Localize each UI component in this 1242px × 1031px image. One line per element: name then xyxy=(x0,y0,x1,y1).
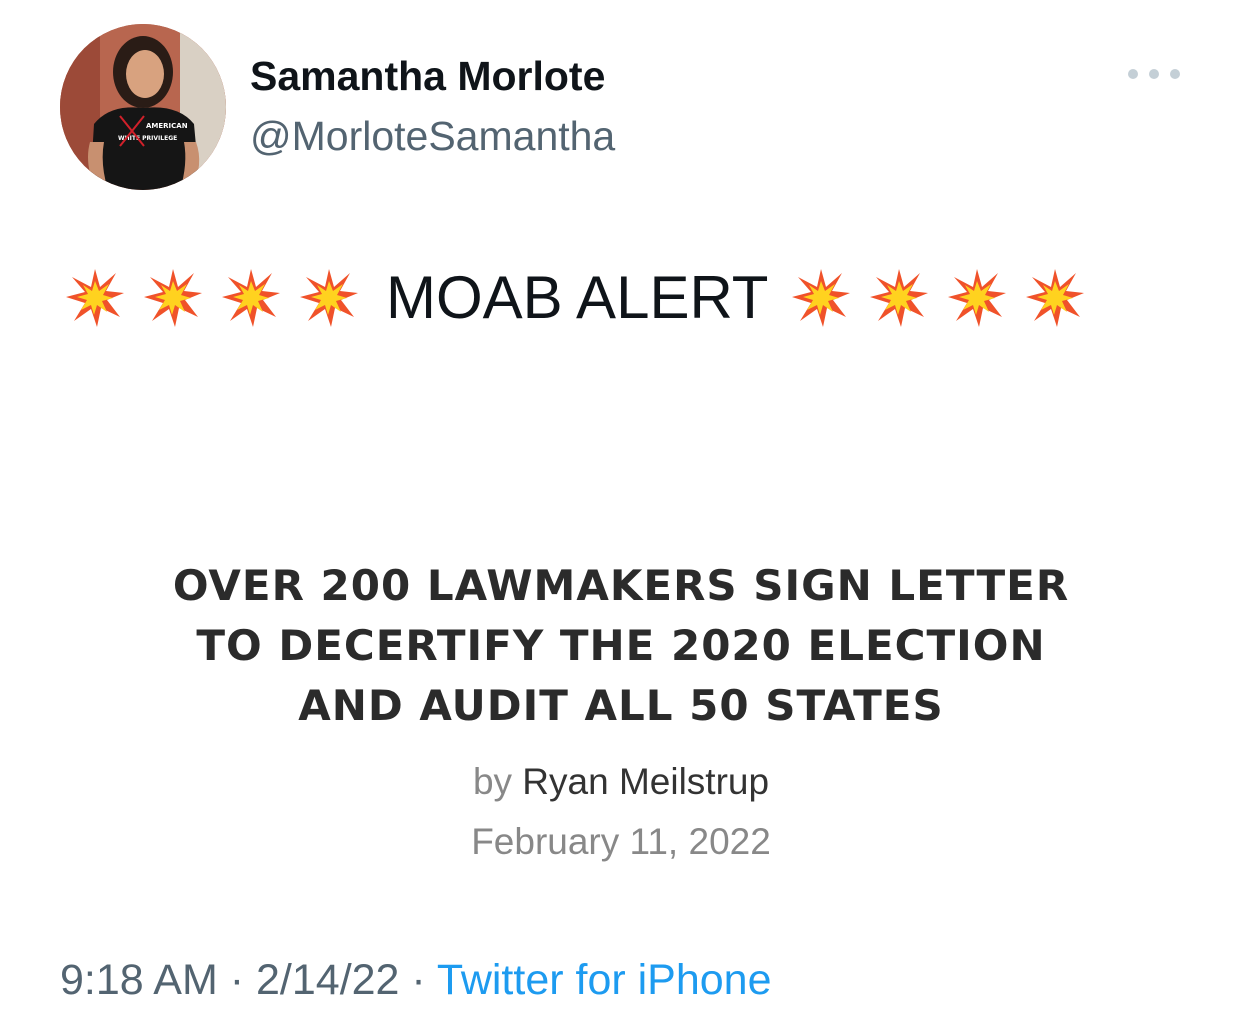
meta-separator: · xyxy=(411,956,426,1004)
tweet-meta: 9:18 AM · 2/14/22 · Twitter for iPhone xyxy=(60,952,772,1008)
headline-line: AND AUDIT ALL 50 STATES xyxy=(298,681,944,730)
article-byline: by Ryan Meilstrup xyxy=(0,758,1242,806)
article-headline: OVER 200 LAWMAKERS SIGN LETTER TO DECERT… xyxy=(71,556,1171,736)
article-author: Ryan Meilstrup xyxy=(522,761,770,802)
more-dots-icon[interactable] xyxy=(1128,64,1180,84)
meta-separator: · xyxy=(229,956,245,1004)
collision-emoji-icon xyxy=(792,269,851,327)
tweet-date[interactable]: 2/14/22 xyxy=(256,956,399,1004)
article-image[interactable]: OVER 200 LAWMAKERS SIGN LETTER TO DECERT… xyxy=(0,556,1242,866)
dot xyxy=(1128,69,1138,79)
tweet-text: MOAB ALERT xyxy=(64,262,1086,334)
display-name[interactable]: Samantha Morlote xyxy=(250,50,605,102)
collision-emoji-icon xyxy=(1026,269,1085,327)
avatar[interactable]: AMERICAN WHITE PRIVILEGE xyxy=(60,24,226,190)
collision-emoji-icon xyxy=(300,269,358,327)
collision-emoji-icon xyxy=(66,269,124,327)
article-date: February 11, 2022 xyxy=(471,821,771,862)
collision-emoji-icon xyxy=(870,269,929,327)
dot xyxy=(1170,69,1180,79)
headline-line: OVER 200 LAWMAKERS SIGN LETTER xyxy=(172,561,1070,610)
headline-line: TO DECERTIFY THE 2020 ELECTION xyxy=(196,621,1046,670)
avatar-shirt-text-1: AMERICAN xyxy=(146,122,188,130)
tweet-body: MOAB ALERT xyxy=(386,264,769,331)
dot xyxy=(1149,69,1159,79)
collision-emoji-icon xyxy=(222,269,280,327)
user-handle[interactable]: @MorloteSamantha xyxy=(250,110,615,162)
collision-emoji-icon xyxy=(144,269,202,327)
collision-emoji-icon xyxy=(948,269,1007,327)
byline-label: by xyxy=(472,761,513,802)
tweet-time[interactable]: 9:18 AM xyxy=(60,956,218,1004)
tweet-source-link[interactable]: Twitter for iPhone xyxy=(437,956,772,1004)
